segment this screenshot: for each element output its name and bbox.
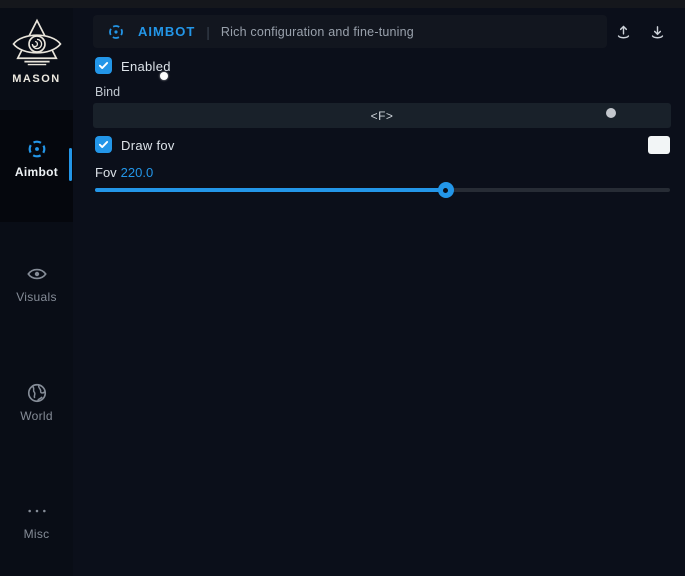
page-header: AIMBOT | Rich configuration and fine-tun…: [93, 15, 607, 48]
fov-slider-fill: [95, 188, 446, 192]
draw-fov-label: Draw fov: [121, 138, 175, 153]
header-divider: |: [206, 24, 210, 40]
pyramid-eye-icon: [10, 18, 64, 70]
sidebar-item-label: Misc: [24, 527, 50, 541]
fov-value: 220.0: [121, 165, 154, 180]
ellipsis-icon: [26, 500, 48, 522]
download-icon: [649, 24, 666, 41]
bind-clear-dot[interactable]: [606, 108, 616, 118]
window-top-strip: [0, 0, 685, 8]
eye-icon: [26, 263, 48, 285]
draw-fov-checkbox[interactable]: [95, 136, 112, 153]
bind-key-input[interactable]: <F>: [93, 103, 671, 128]
sidebar-item-world[interactable]: World: [0, 382, 73, 423]
sidebar-item-visuals[interactable]: Visuals: [0, 263, 73, 304]
sidebar-item-label: Visuals: [16, 290, 57, 304]
fov-label: Fov 220.0: [95, 165, 153, 180]
crosshair-icon: [107, 23, 125, 41]
globe-icon: [26, 382, 48, 404]
import-config-button[interactable]: [643, 18, 671, 46]
content-panel: AIMBOT | Rich configuration and fine-tun…: [73, 8, 685, 576]
fov-label-text: Fov: [95, 165, 117, 180]
upload-icon: [615, 24, 632, 41]
mason-window: MASON Aimbot Visuals Wor: [0, 0, 685, 576]
enabled-checkbox[interactable]: [95, 57, 112, 74]
mason-logo: MASON: [0, 18, 73, 85]
logo-text: MASON: [12, 73, 60, 85]
sidebar-item-aimbot[interactable]: Aimbot: [0, 138, 73, 179]
sidebar-item-label: World: [20, 409, 53, 423]
bind-key-value: <F>: [371, 109, 394, 123]
check-icon: [98, 60, 109, 71]
export-config-button[interactable]: [609, 18, 637, 46]
fov-slider-handle[interactable]: [438, 182, 454, 198]
check-icon: [98, 139, 109, 150]
sidebar: MASON Aimbot Visuals Wor: [0, 8, 73, 576]
fov-slider[interactable]: [95, 182, 670, 198]
mouse-cursor-dot: [160, 72, 168, 80]
bind-label: Bind: [95, 85, 120, 99]
page-subtitle: Rich configuration and fine-tuning: [221, 25, 414, 39]
sidebar-item-label: Aimbot: [15, 165, 58, 179]
page-title: AIMBOT: [138, 24, 195, 39]
sidebar-item-misc[interactable]: Misc: [0, 500, 73, 541]
crosshair-icon: [26, 138, 48, 160]
fov-color-swatch[interactable]: [648, 136, 670, 154]
